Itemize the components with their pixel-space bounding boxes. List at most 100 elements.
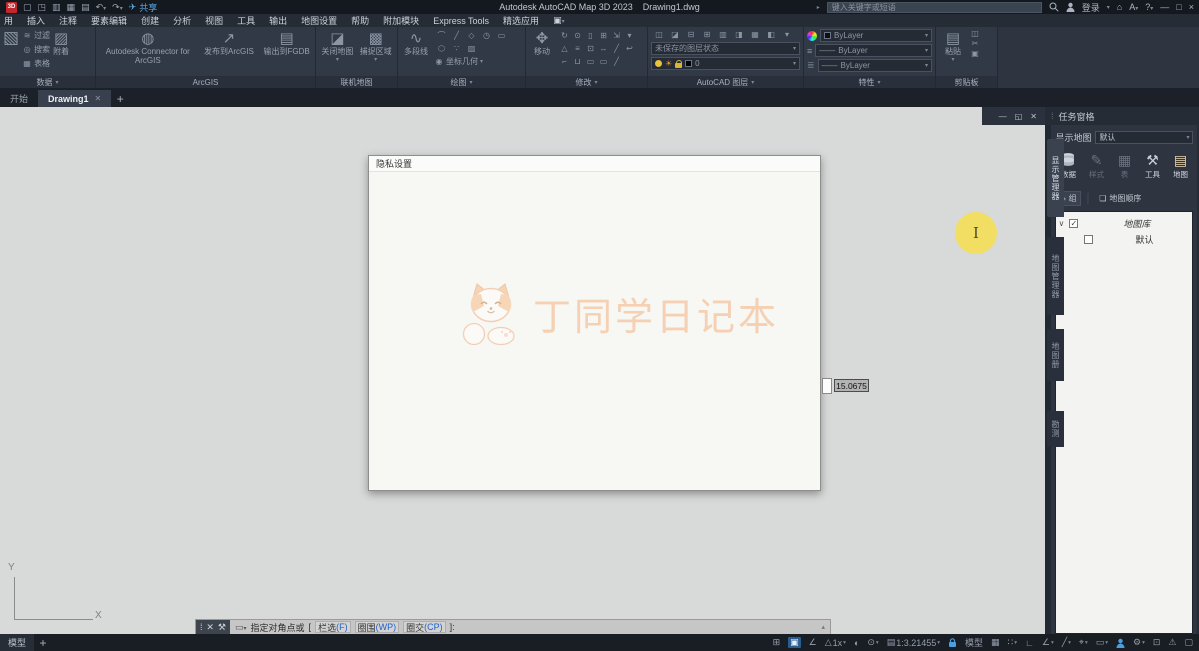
chevron-down-icon[interactable]: ∨ — [1058, 219, 1064, 228]
layer-state-dropdown[interactable]: 未保存的图层状态▾ — [651, 42, 800, 55]
rect-icon[interactable]: ▭ — [494, 29, 509, 42]
layer-tool-icon[interactable]: ▦ — [747, 29, 763, 40]
save-as-icon[interactable]: ▦ — [67, 2, 76, 13]
polar-tracking-icon[interactable]: ∠▾ — [1042, 637, 1054, 648]
tab-survey[interactable]: 勘测 — [1047, 411, 1064, 447]
erase-icon[interactable]: ╱ — [610, 55, 623, 68]
dynamic-input-field[interactable] — [822, 378, 832, 394]
export-fgdb-button[interactable]: ▤ 输出到FGDB — [261, 29, 312, 57]
point-icon[interactable]: ∵ — [449, 42, 464, 55]
tab-view[interactable]: 视图 — [205, 14, 223, 27]
close-tab-icon[interactable]: ✕ — [95, 94, 102, 103]
clean-screen-icon[interactable]: ▢ — [1184, 637, 1193, 648]
layer-tool-icon[interactable]: ◨ — [731, 29, 747, 40]
save-icon[interactable]: ▥ — [52, 2, 61, 13]
checkbox-unchecked[interactable] — [1084, 235, 1093, 244]
offset-icon[interactable]: ⊡ — [584, 42, 597, 55]
layer-tool-icon[interactable]: ◫ — [651, 29, 667, 40]
tab-analyze[interactable]: 分析 — [173, 14, 191, 27]
annotation-scale-button[interactable]: △1x▾ — [825, 637, 846, 648]
match-props-icon[interactable]: ▣ — [970, 49, 980, 58]
cogo-button[interactable]: ◉坐标几何▾ — [434, 55, 509, 68]
attach-button[interactable]: ▨ 附着 — [53, 29, 69, 57]
viewport-grid-icon[interactable]: ⊞ — [773, 637, 781, 648]
trim-icon[interactable]: ⊙ — [571, 29, 584, 42]
annotation-monitor-icon[interactable] — [1116, 638, 1125, 648]
break-icon[interactable]: ⊔ — [571, 55, 584, 68]
layer-dropdown[interactable]: ☀ 0▾ — [651, 57, 800, 70]
tab-help[interactable]: 帮助 — [351, 14, 369, 27]
linetype-dropdown[interactable]: ——ByLayer▾ — [818, 59, 932, 72]
filter-button[interactable]: ≋过滤 — [22, 29, 50, 42]
search-input[interactable] — [827, 2, 1042, 13]
data-connect-icon[interactable]: ▧ — [3, 29, 19, 47]
cmd-option-cpolygon[interactable]: 圈交(CP) — [403, 621, 446, 633]
layer-tool-icon[interactable]: ⊞ — [699, 29, 715, 40]
isodraft-icon[interactable]: ╱▾ — [1062, 637, 1071, 648]
cmd-recent-icon[interactable]: ▭▾ — [235, 622, 247, 633]
layers-icon[interactable]: ≡ — [571, 42, 584, 55]
linetype-icon[interactable]: ≣ — [807, 60, 815, 71]
stretch-icon[interactable]: ⇲ — [610, 29, 623, 42]
polygon-icon[interactable]: ⬡ — [434, 42, 449, 55]
signin-button[interactable]: 登录 — [1082, 1, 1100, 14]
more-icon[interactable]: ▾ — [623, 29, 636, 42]
panel-label-data[interactable]: 数据▾ — [0, 76, 95, 88]
polyline-button[interactable]: ∿ 多段线 — [401, 29, 431, 57]
close-button[interactable]: × — [1189, 2, 1194, 12]
layer-tool-icon[interactable]: ▥ — [715, 29, 731, 40]
dropdown-icon[interactable]: ▾ — [1107, 4, 1110, 11]
model-space-button[interactable]: 模型 — [965, 636, 983, 649]
cmd-option-wpolygon[interactable]: 圈围(WP) — [355, 621, 400, 633]
grip-icon[interactable]: ⁞ — [200, 622, 203, 632]
search-icon[interactable] — [1049, 2, 1059, 12]
table-tool[interactable]: ▦ 表 — [1113, 152, 1135, 180]
undo-mod-icon[interactable]: ↩ — [623, 42, 636, 55]
undo-icon[interactable]: ↶▾ — [96, 2, 107, 13]
file-tab-start[interactable]: 开始 — [0, 90, 38, 107]
rect1-icon[interactable]: ▭ — [584, 55, 597, 68]
doc-minimize-icon[interactable]: — — [999, 112, 1007, 121]
ribbon-display-icon[interactable]: ▣▾ — [553, 15, 565, 26]
grid-display-icon[interactable]: ▦ — [991, 637, 1000, 648]
inference-icon[interactable]: ∠ — [809, 637, 817, 648]
open-folder-icon[interactable]: ◳ — [38, 2, 47, 13]
plot-icon[interactable]: ▤ — [81, 2, 90, 13]
arc-icon[interactable]: ⌒ — [434, 29, 449, 42]
warning-icon[interactable]: ⚠ — [1168, 637, 1176, 648]
workspace-globe-icon[interactable]: ◐ — [854, 638, 859, 648]
paste-button[interactable]: ▤ 粘贴▾ — [939, 29, 967, 63]
layer-on-icon[interactable] — [655, 60, 662, 67]
restore-button[interactable]: □ — [1176, 2, 1181, 12]
tab-map-explorer[interactable]: 地图管理器 — [1047, 237, 1064, 315]
doc-close-icon[interactable]: ✕ — [1030, 112, 1037, 121]
search-data-button[interactable]: ◎搜索 — [22, 43, 50, 56]
tab-annotate[interactable]: 注释 — [59, 14, 77, 27]
panel-label-layers[interactable]: AutoCAD 图层▾ — [648, 76, 803, 88]
cmd-expand-icon[interactable]: ▴ — [821, 623, 825, 631]
color-dropdown[interactable]: ByLayer▾ — [820, 29, 932, 42]
move-button[interactable]: ✥ 移动 — [529, 29, 555, 57]
help-icon[interactable]: ?▾ — [1145, 2, 1153, 12]
panel-label-properties[interactable]: 特性▾ — [804, 76, 935, 88]
layout-tab-model[interactable]: 模型 — [0, 634, 34, 651]
layer-tool-icon[interactable]: ⊟ — [683, 29, 699, 40]
tab-output[interactable]: 输出 — [269, 14, 287, 27]
share-button[interactable]: ✈ 共享 — [129, 1, 158, 14]
redo-icon[interactable]: ↷▾ — [112, 2, 123, 13]
draw-order-button[interactable]: ❏ 地图顺序 — [1096, 191, 1144, 206]
tools-tool[interactable]: ⚒ 工具 — [1141, 152, 1163, 180]
panel-label-clipboard[interactable]: 剪贴板 — [936, 76, 997, 88]
copy-icon[interactable]: ▯ — [584, 29, 597, 42]
table-button[interactable]: ▦表格 — [22, 57, 50, 70]
tab-insert[interactable]: 插入 — [27, 14, 45, 27]
lineweight-icon[interactable]: ≡ — [807, 46, 812, 56]
new-file-icon[interactable]: ▢ — [23, 2, 32, 13]
file-tab-drawing1[interactable]: Drawing1 ✕ — [38, 90, 111, 107]
autodesk-account-icon[interactable]: A▾ — [1129, 2, 1138, 12]
style-tool[interactable]: ✎ 样式 — [1085, 152, 1107, 180]
color-wheel-icon[interactable] — [807, 31, 817, 41]
map-off-button[interactable]: ◪ 关闭地图▾ — [320, 29, 354, 63]
tab-featured-apps[interactable]: 精选应用 — [503, 14, 539, 27]
layer-tool-icon[interactable]: ◪ — [667, 29, 683, 40]
